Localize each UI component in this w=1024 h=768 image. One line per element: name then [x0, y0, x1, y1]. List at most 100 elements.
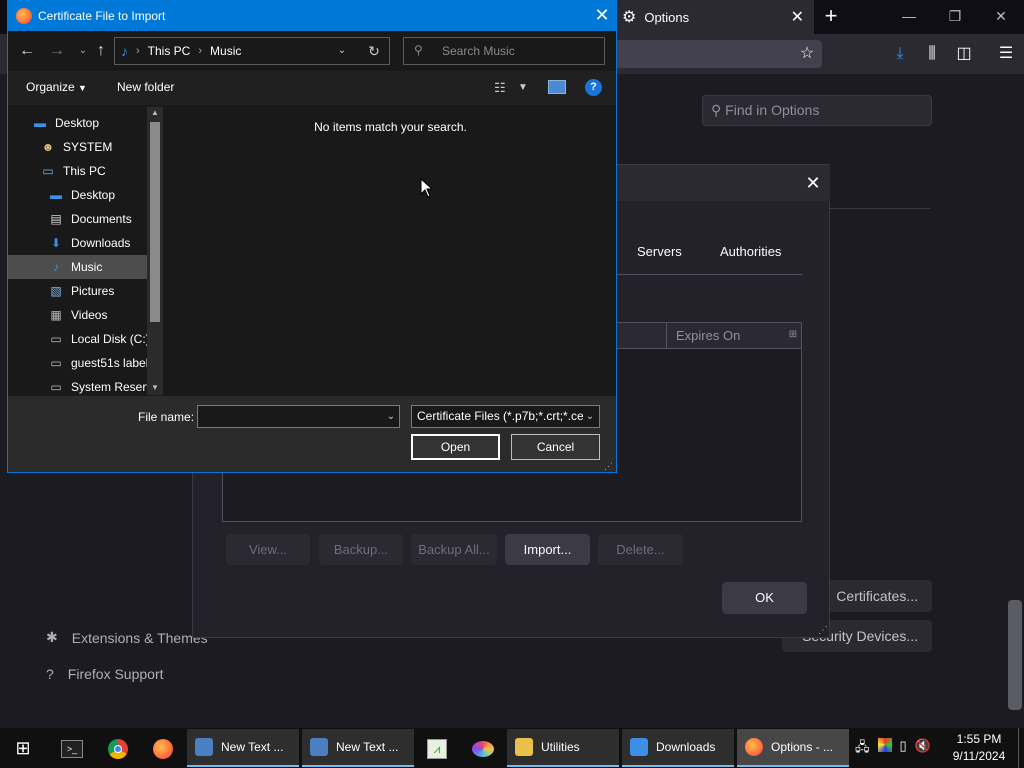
color-icon[interactable] — [877, 738, 892, 752]
find-placeholder: Find in Options — [725, 102, 820, 118]
open-button[interactable]: Open — [411, 434, 500, 460]
tab-options[interactable]: ⚙ Options ✕ — [614, 0, 814, 34]
nav-item-label: System Reserve — [71, 380, 160, 394]
backup-button[interactable]: Backup... — [319, 534, 403, 565]
minimize-icon[interactable]: — — [886, 4, 932, 30]
nav-item[interactable]: ♪ Music — [8, 255, 147, 279]
url-bar[interactable] — [616, 40, 822, 68]
scroll-down-icon[interactable]: ▼ — [148, 382, 162, 394]
file-dialog-titlebar[interactable]: Certificate File to Import — [8, 1, 616, 31]
cancel-button[interactable]: Cancel — [511, 434, 600, 460]
forward-arrow-icon[interactable]: → — [46, 40, 68, 62]
nav-item[interactable]: ▦ Videos — [8, 303, 147, 327]
chevron-down-icon[interactable]: ⌄ — [583, 410, 597, 424]
drive-icon: ▭ — [50, 332, 62, 346]
show-desktop-button[interactable] — [1018, 728, 1024, 768]
desktop-icon: ▬ — [50, 188, 62, 202]
nav-item[interactable]: ▭ Local Disk (C:) — [8, 327, 150, 351]
chevron-down-icon[interactable]: ⌄ — [334, 43, 350, 59]
search-input[interactable]: Search Music — [403, 37, 605, 65]
find-in-options-input[interactable]: ⚲ Find in Options — [702, 95, 932, 126]
taskbar-window-downloads[interactable]: Downloads — [622, 729, 734, 767]
volume-muted-icon[interactable]: 🔇 — [915, 738, 931, 760]
user-icon: ☻ — [41, 140, 55, 154]
view-options-icon[interactable]: ☷ — [494, 80, 510, 96]
nav-item-label: SYSTEM — [63, 140, 113, 154]
network-icon[interactable]: 🖧 — [855, 738, 870, 760]
windows-start-icon[interactable]: ⊞ — [8, 734, 38, 762]
resize-grip-icon[interactable]: ⋰ — [818, 626, 828, 636]
nav-item[interactable]: ▭ guest51s label — [8, 351, 148, 375]
bookmark-star-icon[interactable]: ☆ — [796, 43, 818, 65]
file-list[interactable] — [165, 105, 616, 396]
nav-item[interactable]: ▬ Desktop — [8, 183, 147, 207]
file-name-input[interactable] — [197, 405, 400, 428]
new-tab-icon[interactable]: + — [818, 4, 844, 30]
file-name-label: File name: — [138, 410, 195, 424]
taskbar-window-notepad-1[interactable]: New Text ... — [187, 729, 299, 767]
nav-item[interactable]: ▧ Pictures — [8, 279, 147, 303]
chevron-down-icon[interactable]: ▼ — [518, 81, 530, 95]
back-arrow-icon[interactable]: ← — [16, 40, 38, 62]
firefox-icon — [745, 738, 763, 756]
resize-grip-icon[interactable]: ⋰ — [604, 461, 614, 471]
taskbar-window-notepad-2[interactable]: New Text ... — [302, 729, 414, 767]
clock[interactable]: 1:55 PM 9/11/2024 — [948, 731, 1010, 765]
new-folder-button[interactable]: New folder — [117, 80, 174, 94]
scrollbar[interactable] — [1008, 600, 1022, 710]
import-button[interactable]: Import... — [505, 534, 590, 565]
column-expires-on[interactable]: Expires On — [666, 323, 786, 349]
breadcrumb-this-pc[interactable]: This PC — [148, 44, 191, 58]
chevron-down-icon[interactable]: ⌄ — [384, 410, 398, 424]
restore-icon[interactable]: ❐ — [932, 4, 978, 30]
help-icon[interactable]: ? — [585, 79, 602, 96]
mouse-cursor-icon — [420, 178, 434, 198]
close-icon[interactable]: ✕ — [590, 4, 614, 26]
backup-all-button[interactable]: Backup All... — [411, 534, 497, 565]
organize-button[interactable]: Organize ▼ — [26, 80, 87, 94]
firefox-icon[interactable] — [148, 734, 178, 762]
videos-icon: ▦ — [50, 308, 62, 322]
paint-icon[interactable] — [468, 734, 498, 762]
taskbar-window-utilities[interactable]: Utilities — [507, 729, 619, 767]
navigation-pane[interactable]: ▬ Desktop ☻ SYSTEM ▭ This PC ▬ Desktop ▤ Document… — [8, 105, 165, 396]
taskbar-window-label: Options - ... — [771, 740, 834, 754]
nav-item[interactable]: ▤ Documents — [8, 207, 147, 231]
terminal-icon[interactable]: >_ — [57, 734, 87, 762]
tab-servers[interactable]: Servers — [637, 244, 682, 259]
nav-item-label: Local Disk (C:) — [71, 332, 150, 346]
delete-button[interactable]: Delete... — [598, 534, 683, 565]
system-tray: 🖧 ▯ 🔇 — [855, 738, 931, 760]
close-window-icon[interactable]: ✕ — [978, 4, 1024, 30]
usb-icon[interactable]: ▯ — [900, 738, 907, 760]
nav-item[interactable]: ⬇ Downloads — [8, 231, 147, 255]
nav-item[interactable]: ☻ SYSTEM — [8, 135, 147, 159]
view-button[interactable]: View... — [226, 534, 310, 565]
chrome-icon[interactable] — [103, 734, 133, 762]
close-tab-icon[interactable]: ✕ — [791, 7, 804, 27]
close-icon[interactable]: ✕ — [800, 170, 826, 196]
library-icon[interactable]: ⫼ — [920, 42, 944, 66]
drive-icon: ▭ — [50, 380, 62, 394]
scroll-up-icon[interactable]: ▲ — [148, 107, 162, 119]
preview-pane-icon[interactable] — [548, 80, 566, 94]
tab-authorities[interactable]: Authorities — [720, 244, 781, 259]
nav-item[interactable]: ▭ This PC — [8, 159, 147, 183]
sidebar-item-label: Extensions & Themes — [71, 629, 208, 646]
task-manager-icon[interactable]: ⩘ — [422, 734, 452, 762]
taskbar-window-options[interactable]: Options - ... — [737, 729, 849, 767]
desktop-icon: ▬ — [34, 116, 46, 130]
up-arrow-icon[interactable]: ↑ — [90, 40, 112, 62]
refresh-icon[interactable]: ↻ — [364, 40, 384, 62]
menu-icon[interactable]: ☰ — [994, 42, 1018, 66]
ok-button[interactable]: OK — [722, 582, 807, 614]
sidebar-icon[interactable]: ◫ — [952, 42, 976, 66]
scrollbar-thumb[interactable] — [150, 122, 160, 322]
file-type-select[interactable]: Certificate Files (*.p7b;*.crt;*.ce — [411, 405, 600, 428]
column-picker-icon[interactable]: ⊞ — [786, 328, 800, 342]
breadcrumb-music[interactable]: Music — [210, 44, 241, 58]
downloads-icon[interactable]: ⤓ — [888, 42, 912, 66]
sidebar-item-support[interactable]: ? Firefox Support — [46, 666, 164, 682]
sidebar-item-extensions[interactable]: ✱ Extensions & Themes — [46, 629, 208, 646]
nav-item[interactable]: ▬ Desktop — [8, 111, 147, 135]
